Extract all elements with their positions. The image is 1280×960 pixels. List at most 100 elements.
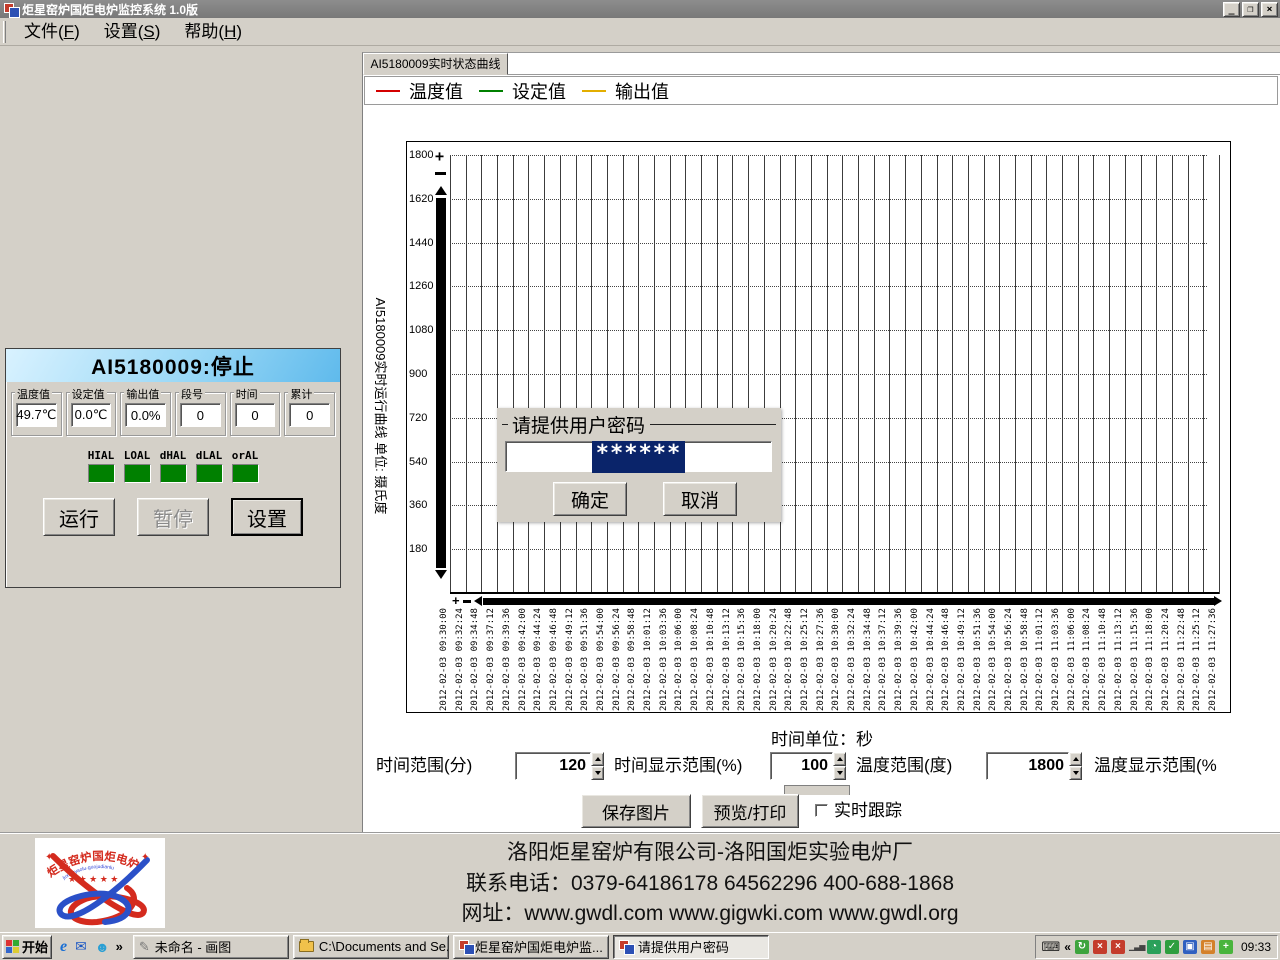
task-button-3[interactable]: 请提供用户密码 <box>612 934 769 959</box>
app-icon <box>4 2 20 18</box>
close-button[interactable]: × <box>1261 1 1278 17</box>
spinner-up-icon[interactable] <box>591 752 604 766</box>
scheduler-icon[interactable]: ▣ <box>1182 939 1197 954</box>
settings-button[interactable]: 设置 <box>231 498 303 536</box>
minimize-button[interactable]: _ <box>1223 1 1240 17</box>
y-zoom-out-icon[interactable] <box>435 172 446 175</box>
field-value: 0 <box>234 403 276 427</box>
title-bar[interactable]: 炬星窑炉国炬电炉监控系统 1.0版 _ ❐ × <box>0 0 1280 18</box>
gridline-h <box>450 286 1207 288</box>
gridline-h <box>450 155 1207 156</box>
x-tick-label: 2012-02-03 11:13:12 <box>1113 608 1124 711</box>
spinner-value[interactable]: 1800 <box>986 752 1069 780</box>
realtime-track-checkbox[interactable] <box>815 804 828 817</box>
field-group-1: 设定值 0.0℃ <box>65 386 117 436</box>
x-tick-label: 2012-02-03 09:34:48 <box>470 608 481 711</box>
status-fields-row: 温度值 49.7℃ 设定值 0.0℃ 输出值 0.0% 段号 0 时间 0 累计 0 <box>6 382 340 436</box>
spinner-up-icon[interactable] <box>833 752 846 766</box>
gridline-h <box>450 374 1207 375</box>
field-label: 时间 <box>233 386 260 402</box>
language-icon[interactable]: ◔ <box>1146 939 1161 954</box>
restore-button[interactable]: ❐ <box>1242 1 1259 17</box>
y-scroll-down-icon[interactable] <box>435 570 447 579</box>
realtime-track-label: 实时跟踪 <box>834 801 902 820</box>
x-tick-label: 2012-02-03 11:25:12 <box>1192 608 1203 711</box>
x-tick-label: 2012-02-03 11:22:48 <box>1176 608 1187 711</box>
antivirus-icon[interactable]: + <box>1218 939 1233 954</box>
cancel-button[interactable]: 取消 <box>663 482 737 516</box>
menu-item-h[interactable]: 帮助(H) <box>172 18 254 46</box>
pause-button: 暂停 <box>137 498 209 536</box>
x-axis-caption: 时间单位：秒 <box>771 730 873 749</box>
menu-item-s[interactable]: 设置(S) <box>92 18 173 46</box>
x-scroll-left-icon[interactable] <box>473 596 482 606</box>
keyboard-icon[interactable]: ⌨ <box>1042 939 1061 954</box>
tab-realtime-curve[interactable]: AI5180009实时状态曲线 <box>363 53 508 75</box>
field-group-0: 温度值 49.7℃ <box>11 386 62 436</box>
x-zoom-in-icon[interactable]: + <box>452 594 460 607</box>
website-urls: 网址：www.gwdl.com www.gigwki.com www.gwdl.… <box>461 902 959 925</box>
spinner-down-icon[interactable] <box>833 766 846 780</box>
ie-icon[interactable]: e <box>60 938 67 956</box>
legend-dash-1 <box>479 89 503 92</box>
spinner-down-icon[interactable] <box>1069 766 1082 780</box>
x-tick-label: 2012-02-03 10:32:24 <box>847 608 857 711</box>
x-tick-label: 2012-02-03 10:37:12 <box>878 608 889 711</box>
outlook-icon[interactable]: ✉ <box>75 938 87 955</box>
field-value: 0 <box>180 403 221 427</box>
x-tick-label: 2012-02-03 10:30:00 <box>831 608 842 711</box>
spinner-value[interactable]: 120 <box>515 752 591 780</box>
chart-legend: 温度值 设定值 输出值 <box>364 76 1278 105</box>
x-tick-label: 2012-02-03 10:39:36 <box>894 608 905 711</box>
ok-button[interactable]: 确定 <box>553 482 627 516</box>
collapse-chevron-icon[interactable]: « <box>1064 940 1071 954</box>
spinner-value[interactable]: 100 <box>770 752 833 780</box>
y-scroll-up-icon[interactable] <box>435 186 447 195</box>
x-scrollbar-thumb[interactable] <box>482 597 1214 605</box>
y-axis-zoom-scrollbar[interactable]: + <box>434 149 449 590</box>
y-scrollbar-thumb[interactable] <box>436 198 446 568</box>
gridline-h <box>450 198 1207 200</box>
indicator-label: orAL <box>231 449 259 462</box>
y-zoom-in-icon[interactable]: + <box>435 149 444 164</box>
spinner-down-icon[interactable] <box>591 766 604 780</box>
preview-print-button[interactable]: 预览/打印 <box>701 794 799 828</box>
indicator-lamp <box>123 464 151 483</box>
range-spinner-1: 100 <box>770 752 846 780</box>
x-tick-label: 2012-02-03 09:58:48 <box>627 608 638 711</box>
menu-item-f[interactable]: 文件(F) <box>12 18 92 46</box>
menu-grip-handle[interactable] <box>3 20 6 43</box>
signal-icon[interactable]: ▁▃▅ <box>1129 940 1145 954</box>
x-scroll-right-icon[interactable] <box>1214 596 1222 606</box>
start-button[interactable]: 开始 <box>2 934 52 959</box>
indicator-lamp <box>231 464 259 483</box>
update-icon[interactable]: ↻ <box>1074 939 1089 954</box>
alarm-indicators-row: HIAL LOAL dHAL dLAL orAL <box>6 449 340 483</box>
task-button-0[interactable]: ✎ 未命名 - 画图 <box>132 934 289 959</box>
alarm-indicator-loal: LOAL <box>123 449 151 483</box>
task-button-1[interactable]: C:\Documents and Se... <box>292 934 449 959</box>
quicklaunch-chevron-icon[interactable]: » <box>116 939 123 954</box>
password-dialog: 请提供用户密码 ****** 确定 取消 <box>497 408 781 522</box>
password-input[interactable]: ****** <box>505 440 772 473</box>
network-offline-icon[interactable]: × <box>1092 939 1107 954</box>
msn-icon[interactable]: ☻ <box>95 939 110 955</box>
save-image-button[interactable]: 保存图片 <box>581 794 691 828</box>
field-label: 输出值 <box>124 386 162 402</box>
x-tick-label: 2012-02-03 10:10:48 <box>705 608 716 711</box>
spinner-up-icon[interactable] <box>1069 752 1082 766</box>
x-axis-zoom-scrollbar[interactable]: + <box>452 594 1222 607</box>
run-button[interactable]: 运行 <box>43 498 115 536</box>
alarm-indicator-dlal: dLAL <box>195 449 223 483</box>
network-offline2-icon[interactable]: × <box>1110 939 1125 954</box>
range-label-3: 温度显示范围(% <box>1094 756 1217 775</box>
field-label: 设定值 <box>69 386 107 402</box>
logo-graphic: 炬星窑炉国炬电炉 juxingyaolu-guojudianlu ★ ★ ★ ★… <box>45 849 150 926</box>
field-group-2: 输出值 0.0% <box>120 386 172 436</box>
shield-icon[interactable]: ✓ <box>1164 939 1179 954</box>
x-zoom-out-icon[interactable] <box>462 599 471 603</box>
dialog-rule-right <box>650 424 776 425</box>
storage-icon[interactable]: ▤ <box>1200 939 1215 954</box>
task-button-2[interactable]: 炬星窑炉国炬电炉监... <box>452 934 609 959</box>
password-dialog-title: 请提供用户密码 <box>512 416 646 437</box>
